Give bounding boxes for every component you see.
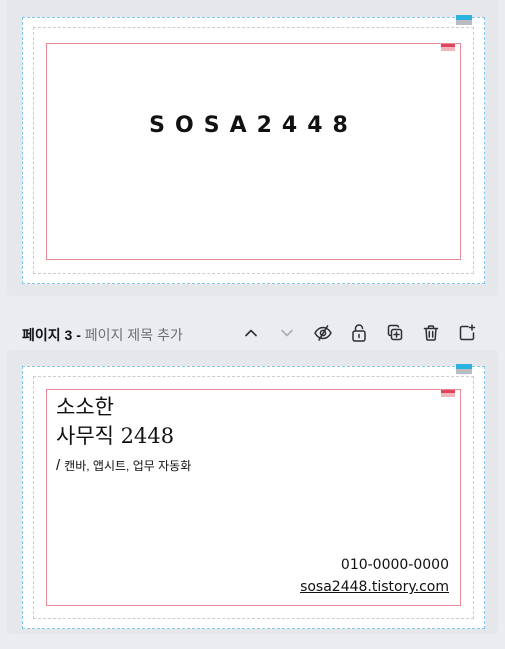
lock-open-icon [352, 324, 366, 342]
phone-number[interactable]: 010-0000-0000 [341, 557, 449, 573]
safe-area-marker [441, 44, 455, 51]
duplicate-page-button[interactable] [384, 322, 406, 344]
trash-icon [423, 325, 439, 341]
design-canvas[interactable]: SOSA2448 [22, 17, 485, 284]
safe-area-marker [441, 390, 455, 397]
page-card-3: 소소한 사무직 2448 /캔바, 앱시트, 업무 자동화 010-0000-0… [7, 350, 498, 634]
move-page-down-button[interactable] [276, 322, 298, 344]
page-number-label: 페이지 3 [22, 327, 73, 343]
design-canvas[interactable]: 소소한 사무직 2448 /캔바, 앱시트, 업무 자동화 010-0000-0… [22, 366, 485, 629]
chevron-up-icon [245, 329, 257, 337]
hide-page-button[interactable] [312, 322, 334, 344]
add-page-button[interactable] [456, 322, 478, 344]
tagline-slash: / [56, 457, 61, 474]
page-title-placeholder[interactable]: 페이지 제목 추가 [85, 327, 183, 343]
brand-name-line-2[interactable]: 사무직 2448 [56, 420, 174, 450]
add-page-icon [459, 324, 476, 341]
chevron-down-icon [281, 329, 293, 337]
duplicate-page-icon [387, 324, 403, 341]
website-link[interactable]: sosa2448.tistory.com [300, 579, 449, 595]
edge-marker [456, 15, 472, 25]
brand-name-line-1[interactable]: 소소한 [56, 391, 114, 421]
page-card-2: SOSA2448 [7, 0, 498, 296]
tagline[interactable]: / 캔바, 앱시트, 업무 자동화 [56, 457, 191, 474]
delete-page-button[interactable] [420, 322, 442, 344]
page-title-separator: - [72, 327, 85, 343]
tagline-text: 캔바, 앱시트, 업무 자동화 [64, 459, 192, 473]
logo-text[interactable]: SOSA2448 [23, 113, 484, 138]
page-toolbar: 페이지 3 - 페이지 제목 추가 [0, 316, 505, 350]
eye-hidden-icon [314, 325, 332, 341]
safe-area-guide [46, 43, 461, 260]
page-title[interactable]: 페이지 3 - 페이지 제목 추가 [22, 325, 183, 345]
lock-page-button[interactable] [348, 322, 370, 344]
move-page-up-button[interactable] [240, 322, 262, 344]
edge-marker [456, 364, 472, 374]
